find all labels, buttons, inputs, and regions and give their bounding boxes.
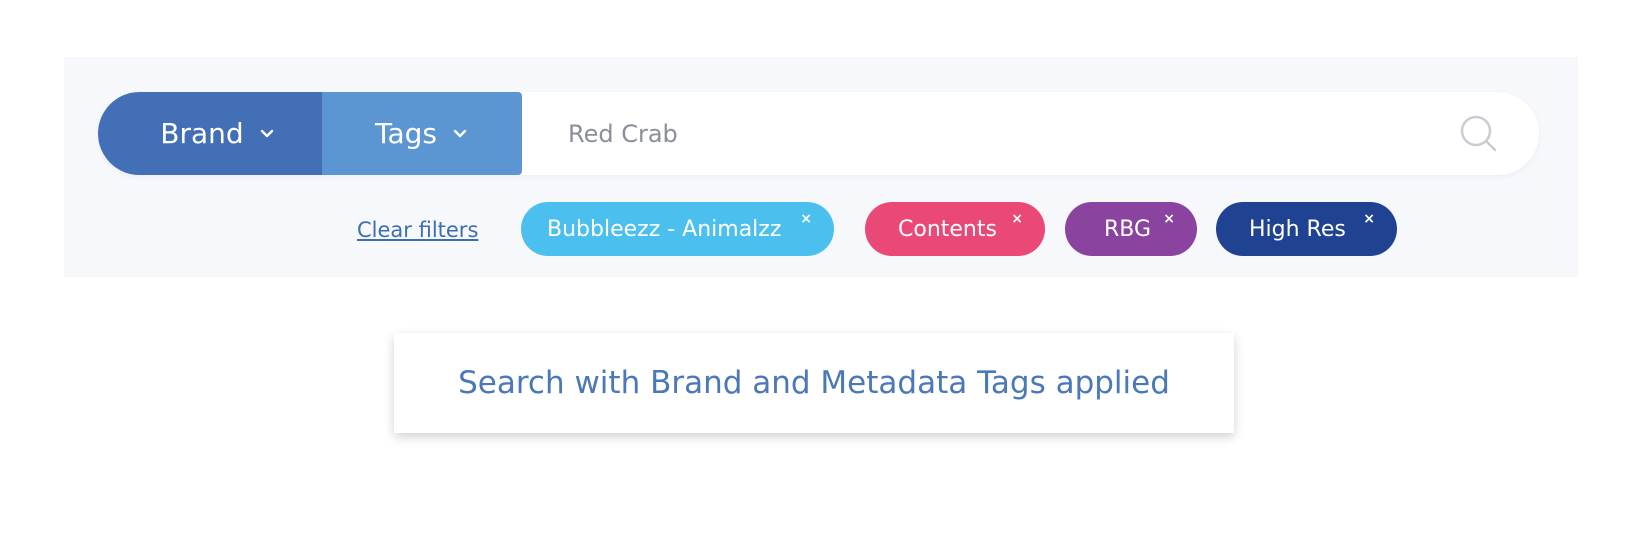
filter-chip-label: High Res xyxy=(1249,216,1346,242)
filter-chip[interactable]: Bubbleezz - Animalzz × xyxy=(521,202,834,256)
filter-chip[interactable]: High Res × xyxy=(1216,202,1397,256)
filter-chip[interactable]: RBG × xyxy=(1065,202,1197,256)
filter-chip-label: Bubbleezz - Animalzz xyxy=(547,216,782,242)
clear-filters-link[interactable]: Clear filters xyxy=(357,218,478,242)
filter-chip[interactable]: Contents × xyxy=(865,202,1045,256)
caption-card: Search with Brand and Metadata Tags appl… xyxy=(394,333,1234,433)
close-icon[interactable]: × xyxy=(1163,212,1175,226)
brand-dropdown-button[interactable]: Brand xyxy=(98,92,322,175)
tags-dropdown-label: Tags xyxy=(375,117,437,150)
brand-dropdown-label: Brand xyxy=(160,117,244,150)
caption-text: Search with Brand and Metadata Tags appl… xyxy=(458,365,1170,401)
close-icon[interactable]: × xyxy=(1011,212,1023,226)
filter-chip-label: Contents xyxy=(898,216,997,242)
active-filters: Clear filters Bubbleezz - Animalzz × Con… xyxy=(64,202,1578,258)
page: Brand Tags Clear filters xyxy=(0,0,1646,556)
search-input[interactable] xyxy=(568,92,1448,175)
search-button[interactable] xyxy=(1457,112,1501,156)
filter-chip-label: RBG xyxy=(1104,216,1152,242)
chevron-down-icon xyxy=(453,129,467,137)
tags-dropdown-button[interactable]: Tags xyxy=(322,92,522,175)
close-icon[interactable]: × xyxy=(800,212,812,226)
search-bar: Brand Tags xyxy=(98,92,1539,175)
close-icon[interactable]: × xyxy=(1363,212,1375,226)
chevron-down-icon xyxy=(260,129,273,137)
search-panel: Brand Tags Clear filters xyxy=(64,57,1578,277)
search-icon xyxy=(1460,115,1497,152)
